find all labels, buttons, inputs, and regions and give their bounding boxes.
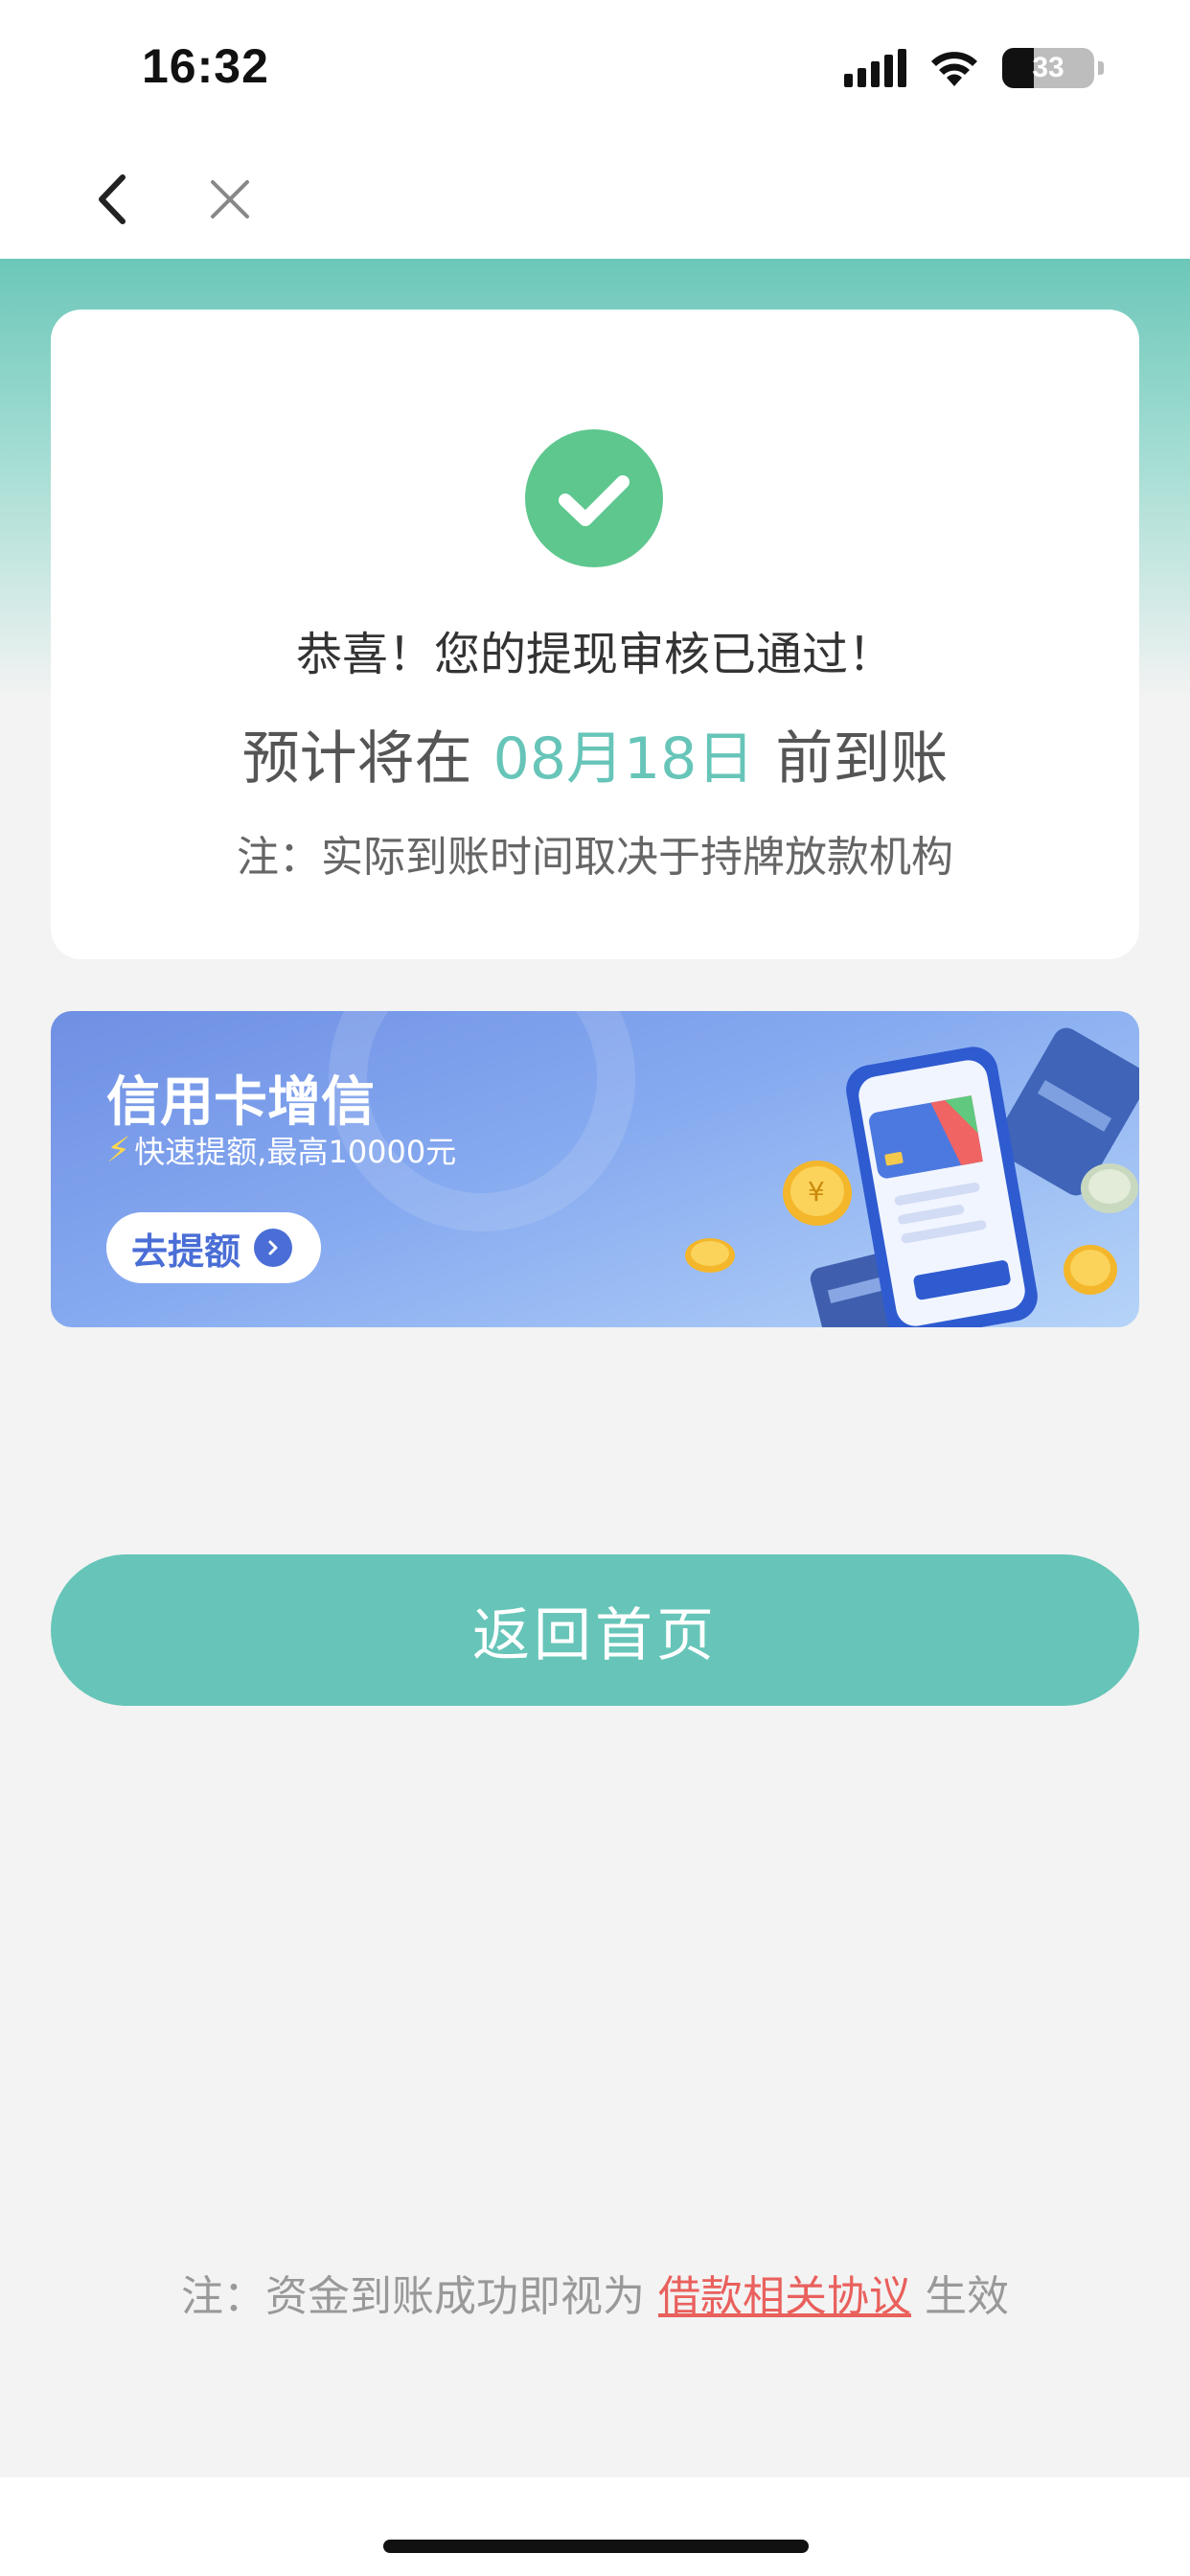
- nav-bar: [0, 139, 1190, 259]
- banner-decoration: [329, 1011, 635, 1231]
- banner-subtitle: ⚡ 快速提额,最高10000元: [106, 1128, 456, 1172]
- banner-title: 信用卡增信: [106, 1071, 375, 1134]
- raise-limit-label: 去提额: [131, 1230, 241, 1273]
- lightning-icon: ⚡: [106, 1130, 131, 1170]
- status-time: 16:32: [142, 39, 269, 93]
- close-icon: [211, 180, 249, 218]
- home-indicator[interactable]: [383, 2540, 809, 2553]
- eta-prefix: 预计将在: [241, 725, 472, 793]
- home-indicator-area: [0, 2477, 1190, 2576]
- close-button[interactable]: [201, 166, 259, 233]
- back-button[interactable]: [86, 166, 144, 233]
- arrival-note: 注：实际到账时间取决于持牌放款机构: [237, 833, 953, 882]
- loan-agreement-link[interactable]: 借款相关协议: [658, 2272, 911, 2321]
- battery-icon: 33: [1002, 48, 1094, 88]
- credit-card-promo-banner[interactable]: 信用卡增信 ⚡ 快速提额,最高10000元 去提额 ¥: [51, 1011, 1139, 1327]
- footer-note-suffix: 生效: [925, 2272, 1009, 2321]
- cellular-signal-icon: [844, 49, 906, 87]
- status-bar: 16:32 33: [0, 0, 1190, 139]
- check-circle-icon: [525, 429, 663, 567]
- battery-tip: [1098, 61, 1104, 75]
- chevron-left-icon: [99, 174, 126, 224]
- return-home-button[interactable]: 返回首页: [51, 1554, 1139, 1706]
- footer-note-prefix: 注：资金到账成功即视为: [181, 2272, 645, 2321]
- eta-date: 08月18日: [492, 725, 755, 793]
- eta-text: 预计将在 08月18日 前到账: [51, 712, 1139, 795]
- footer-note: 注：资金到账成功即视为 借款相关协议 生效: [0, 2262, 1190, 2323]
- status-icons: 33: [844, 48, 1104, 88]
- phone-cards-illustration: ¥: [685, 1027, 1139, 1327]
- banner-subtitle-text: 快速提额,最高10000元: [134, 1134, 457, 1170]
- congrats-message: 恭喜！您的提现审核已通过！: [295, 628, 894, 681]
- wifi-icon: [931, 52, 977, 86]
- battery-level: 33: [1032, 52, 1064, 83]
- svg-text:¥: ¥: [808, 1176, 825, 1208]
- result-card: 恭喜！您的提现审核已通过！ 预计将在 08月18日 前到账 注：实际到账时间取决于持…: [51, 310, 1139, 959]
- raise-limit-button[interactable]: 去提额: [106, 1212, 321, 1283]
- chevron-right-icon: [254, 1229, 293, 1267]
- eta-suffix: 前到账: [775, 725, 949, 793]
